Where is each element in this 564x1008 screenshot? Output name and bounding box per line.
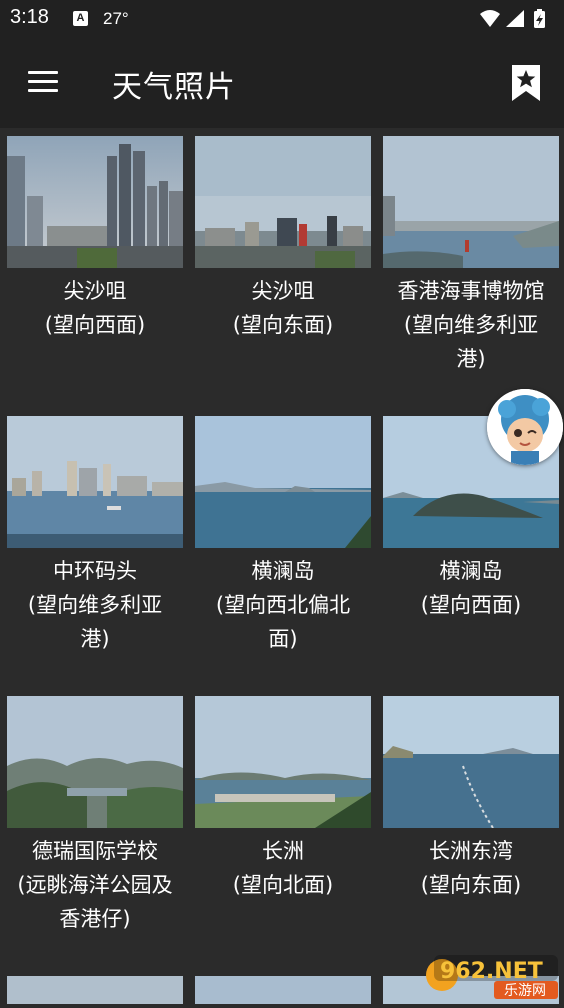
caption-line: (望向维多利亚 — [27, 593, 163, 617]
photo-thumbnail — [195, 416, 371, 548]
caption-line: 横澜岛 — [251, 559, 315, 583]
hamburger-icon — [28, 71, 58, 74]
caption-line: 香港海事博物馆 — [397, 279, 545, 303]
caption-line: 港) — [456, 347, 486, 371]
bookmark-star-icon — [512, 65, 540, 101]
floating-assistant-avatar[interactable] — [487, 389, 563, 465]
photo-caption: 横澜岛 (望向西北偏北 面) — [189, 554, 377, 656]
watermark-logo: 962.NET 乐游网 — [426, 955, 558, 999]
caption-line: 长洲东湾 — [429, 839, 513, 863]
status-time: 3:18 — [10, 6, 49, 28]
caption-line: 德瑞国际学校 — [32, 839, 158, 863]
caption-line: (望向西面) — [44, 313, 146, 337]
battery-charging-icon — [534, 9, 545, 28]
photo-tile-partial[interactable] — [7, 968, 183, 1008]
photo-thumbnail — [195, 136, 371, 268]
photo-caption: 德瑞国际学校 (远眺海洋公园及 香港仔) — [1, 834, 189, 936]
caption-line: (望向维多利亚 — [403, 313, 539, 337]
caption-line: 尖沙咀 — [63, 279, 127, 303]
caption-line: (远眺海洋公园及 — [17, 873, 173, 897]
caption-line: 香港仔) — [59, 907, 131, 931]
watermark-sub: 乐游网 — [504, 983, 546, 999]
photo-caption: 横澜岛 (望向西面) — [377, 554, 564, 622]
caption-line: (望向东面) — [232, 313, 334, 337]
status-bar: 3:18 A 27° — [0, 0, 564, 38]
cartoon-avatar-icon — [487, 389, 563, 465]
caption-line: 横澜岛 — [439, 559, 503, 583]
photo-thumbnail — [195, 696, 371, 828]
caption-line: 面) — [268, 627, 298, 651]
photo-caption: 长洲东湾 (望向东面) — [377, 834, 564, 902]
caption-line: (望向东面) — [420, 873, 522, 897]
page-title: 天气照片 — [112, 70, 236, 105]
photo-thumbnail — [7, 136, 183, 268]
hamburger-icon-line — [28, 80, 58, 83]
photo-thumbnail — [195, 976, 371, 1004]
status-icons — [480, 9, 545, 28]
caption-line: 港) — [80, 627, 110, 651]
photo-caption: 尖沙咀 (望向西面) — [1, 274, 189, 342]
caption-line: 长洲 — [262, 839, 304, 863]
photo-thumbnail — [7, 976, 183, 1004]
photo-thumbnail — [7, 416, 183, 548]
watermark-brand: 962.NET — [440, 959, 543, 984]
photo-caption: 香港海事博物馆 (望向维多利亚 港) — [377, 274, 564, 376]
status-temperature: 27° — [103, 9, 129, 28]
app-bar: 天气照片 — [0, 38, 564, 128]
photo-thumbnail — [7, 696, 183, 828]
photo-thumbnail — [383, 136, 559, 268]
photo-caption: 尖沙咀 (望向东面) — [189, 274, 377, 342]
photo-thumbnail — [383, 696, 559, 828]
photo-tile-partial[interactable] — [195, 968, 371, 1008]
photo-caption: 长洲 (望向北面) — [189, 834, 377, 902]
photo-caption: 中环码头 (望向维多利亚 港) — [1, 554, 189, 656]
signal-icon — [506, 10, 524, 27]
site-watermark: 962.NET 乐游网 — [424, 951, 560, 999]
caption-line: 尖沙咀 — [251, 279, 315, 303]
wifi-icon — [480, 10, 500, 27]
caption-line: (望向西北偏北 — [215, 593, 351, 617]
caption-line: (望向北面) — [232, 873, 334, 897]
hamburger-icon-line — [28, 89, 58, 92]
menu-button[interactable] — [24, 62, 64, 102]
caption-line: (望向西面) — [420, 593, 522, 617]
notification-a-icon: A — [73, 11, 88, 26]
bookmark-button[interactable] — [506, 61, 546, 105]
caption-line: 中环码头 — [53, 559, 137, 583]
